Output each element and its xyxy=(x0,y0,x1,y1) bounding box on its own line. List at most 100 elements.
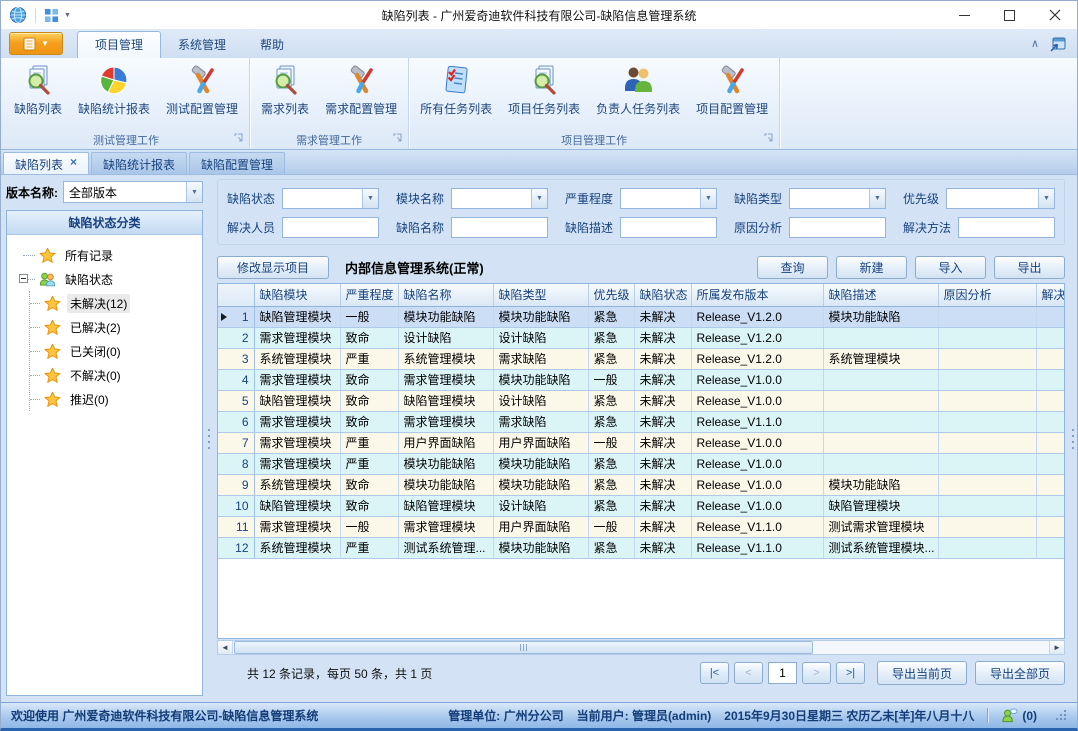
requirement-list-button[interactable]: 需求列表 xyxy=(253,61,317,131)
scrollbar-track[interactable] xyxy=(233,641,1049,654)
grid-menu-icon[interactable] xyxy=(44,8,59,23)
export-current-page-button[interactable]: 导出当前页 xyxy=(877,661,967,685)
resolver-input[interactable] xyxy=(282,217,379,238)
version-select[interactable]: 全部版本 ▼ xyxy=(63,181,203,203)
list-search-icon xyxy=(528,64,560,96)
tree-item-postponed[interactable]: 推迟(0) xyxy=(30,387,200,411)
table-row[interactable]: 3系统管理模块严重系统管理模块需求缺陷紧急未解决Release_V1.2.0系统… xyxy=(218,348,1065,369)
table-row[interactable]: 11需求管理模块一般需求管理模块用户界面缺陷一般未解决Release_V1.1.… xyxy=(218,516,1065,537)
tree-item-all-records[interactable]: 所有记录 xyxy=(13,243,200,267)
cell-severity: 致命 xyxy=(340,390,398,411)
doc-tab-defect-config-mgmt[interactable]: 缺陷配置管理 xyxy=(189,152,285,174)
table-row[interactable]: 5缺陷管理模块致命缺陷管理模块设计缺陷紧急未解决Release_V1.0.0 xyxy=(218,390,1065,411)
maximize-button[interactable] xyxy=(987,1,1032,29)
tree-item-defect-status[interactable]: 缺陷状态 xyxy=(13,267,200,291)
dialog-launcher-icon[interactable] xyxy=(764,133,773,145)
defect-name-input[interactable] xyxy=(451,217,548,238)
scroll-right-icon[interactable]: ► xyxy=(1049,641,1064,654)
requirement-config-mgmt-button[interactable]: 需求配置管理 xyxy=(317,61,405,131)
new-button[interactable]: 新建 xyxy=(836,256,907,279)
defect-stats-report-button[interactable]: 缺陷统计报表 xyxy=(70,61,158,131)
tree-item-wont-fix[interactable]: 不解决(0) xyxy=(30,363,200,387)
project-config-mgmt-button[interactable]: 项目配置管理 xyxy=(688,61,776,131)
defect-list-button[interactable]: 缺陷列表 xyxy=(6,61,70,131)
resize-grip-icon[interactable] xyxy=(1056,710,1067,721)
close-tab-icon[interactable]: × xyxy=(70,156,77,174)
tree-item-label: 推迟(0) xyxy=(67,390,112,409)
ribbon-tab-system-mgmt[interactable]: 系统管理 xyxy=(161,32,243,58)
column-header-priority[interactable]: 优先级 xyxy=(588,284,634,306)
dialog-launcher-icon[interactable] xyxy=(393,133,402,145)
table-row[interactable]: 12系统管理模块严重测试系统管理...模块功能缺陷紧急未解决Release_V1… xyxy=(218,537,1065,558)
cause-analysis-input[interactable] xyxy=(789,217,886,238)
collapse-ribbon-icon[interactable]: ∧ xyxy=(1031,39,1039,49)
severity-select[interactable]: ▼ xyxy=(620,188,717,209)
messages-indicator[interactable]: (0) xyxy=(1001,707,1037,724)
column-header-description[interactable]: 缺陷描述 xyxy=(823,284,938,306)
last-page-button[interactable]: >| xyxy=(836,662,865,684)
ribbon-tab-help[interactable]: 帮助 xyxy=(243,32,301,58)
table-row[interactable]: 7需求管理模块严重用户界面缺陷用户界面缺陷一般未解决Release_V1.0.0 xyxy=(218,432,1065,453)
right-splitter[interactable] xyxy=(1069,175,1077,702)
prev-page-button[interactable]: < xyxy=(734,662,763,684)
tree-item-closed[interactable]: 已关闭(0) xyxy=(30,339,200,363)
tree-item-label: 所有记录 xyxy=(62,246,116,265)
column-header-solution[interactable]: 解决方法 xyxy=(1036,284,1065,306)
application-menu-button[interactable]: ▼ xyxy=(9,32,63,55)
page-number-input[interactable] xyxy=(768,662,797,684)
owner-task-list-button[interactable]: 负责人任务列表 xyxy=(588,61,688,131)
chevron-down-icon[interactable]: ▼ xyxy=(64,12,71,19)
module-name-select[interactable]: ▼ xyxy=(451,188,548,209)
table-row[interactable]: 8需求管理模块严重模块功能缺陷模块功能缺陷紧急未解决Release_V1.0.0 xyxy=(218,453,1065,474)
list-search-icon xyxy=(22,64,54,96)
defect-status-select[interactable]: ▼ xyxy=(282,188,379,209)
priority-select[interactable]: ▼ xyxy=(946,188,1055,209)
horizontal-scrollbar[interactable]: ◄ ► xyxy=(217,640,1065,655)
solution-input[interactable] xyxy=(958,217,1055,238)
sidebar-splitter[interactable] xyxy=(205,175,213,702)
column-header-severity[interactable]: 严重程度 xyxy=(340,284,398,306)
table-row[interactable]: 4需求管理模块致命需求管理模块模块功能缺陷一般未解决Release_V1.0.0 xyxy=(218,369,1065,390)
table-row[interactable]: 9系统管理模块致命模块功能缺陷模块功能缺陷紧急未解决Release_V1.0.0… xyxy=(218,474,1065,495)
close-button[interactable] xyxy=(1032,1,1077,29)
column-header-status[interactable]: 缺陷状态 xyxy=(634,284,691,306)
scrollbar-thumb[interactable] xyxy=(234,641,813,654)
next-page-button[interactable]: > xyxy=(802,662,831,684)
column-header-module[interactable]: 缺陷模块 xyxy=(254,284,340,306)
project-task-list-button[interactable]: 项目任务列表 xyxy=(500,61,588,131)
export-button[interactable]: 导出 xyxy=(994,256,1065,279)
table-row[interactable]: 1缺陷管理模块一般模块功能缺陷模块功能缺陷紧急未解决Release_V1.2.0… xyxy=(218,306,1065,327)
doc-tab-defect-stats-report[interactable]: 缺陷统计报表 xyxy=(91,152,187,174)
column-header-cause[interactable]: 原因分析 xyxy=(938,284,1036,306)
defect-type-select[interactable]: ▼ xyxy=(789,188,886,209)
tree-item-unresolved[interactable]: 未解决(12) xyxy=(30,291,200,315)
test-config-mgmt-button[interactable]: 测试配置管理 xyxy=(158,61,246,131)
tools-icon xyxy=(186,64,218,96)
table-row[interactable]: 10缺陷管理模块致命缺陷管理模块设计缺陷紧急未解决Release_V1.0.0缺… xyxy=(218,495,1065,516)
tree-item-resolved[interactable]: 已解决(2) xyxy=(30,315,200,339)
ribbon-tab-project-mgmt[interactable]: 项目管理 xyxy=(77,31,161,58)
table-row[interactable]: 6需求管理模块致命需求管理模块需求缺陷紧急未解决Release_V1.1.0 xyxy=(218,411,1065,432)
column-header-name[interactable]: 缺陷名称 xyxy=(398,284,493,306)
export-all-pages-button[interactable]: 导出全部页 xyxy=(975,661,1065,685)
scroll-left-icon[interactable]: ◄ xyxy=(218,641,233,654)
column-header-release[interactable]: 所属发布版本 xyxy=(691,284,823,306)
column-header-type[interactable]: 缺陷类型 xyxy=(493,284,588,306)
help-window-icon[interactable] xyxy=(1049,35,1067,53)
defect-description-input[interactable] xyxy=(620,217,717,238)
minimize-button[interactable] xyxy=(942,1,987,29)
globe-icon[interactable] xyxy=(9,6,27,24)
ribbon-group-label: 需求管理工作 xyxy=(296,132,362,148)
first-page-button[interactable]: |< xyxy=(700,662,729,684)
query-button[interactable]: 查询 xyxy=(757,256,828,279)
module-name-label: 模块名称 xyxy=(396,190,444,207)
modify-display-items-button[interactable]: 修改显示项目 xyxy=(217,256,329,279)
tree-expander-icon[interactable] xyxy=(19,274,28,283)
table-row[interactable]: 2需求管理模块致命设计缺陷设计缺陷紧急未解决Release_V1.2.0 xyxy=(218,327,1065,348)
divider xyxy=(987,708,988,723)
all-task-list-button[interactable]: 所有任务列表 xyxy=(412,61,500,131)
cell-module: 需求管理模块 xyxy=(254,411,340,432)
import-button[interactable]: 导入 xyxy=(915,256,986,279)
doc-tab-defect-list[interactable]: 缺陷列表× xyxy=(3,152,89,174)
dialog-launcher-icon[interactable] xyxy=(234,133,243,145)
